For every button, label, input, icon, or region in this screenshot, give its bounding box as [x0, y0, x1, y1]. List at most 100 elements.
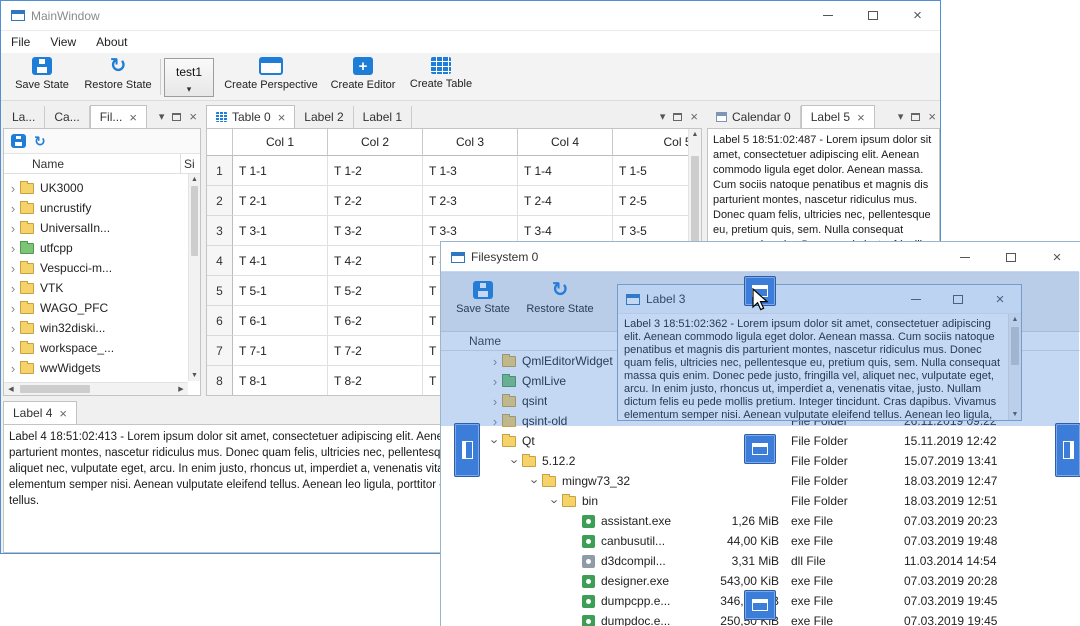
filesystem-titlebar[interactable]: Filesystem 0 × [441, 242, 1080, 273]
expand-icon[interactable]: › [508, 454, 523, 468]
scroll-thumb[interactable] [191, 186, 198, 256]
table-cell[interactable]: T 2-4 [518, 186, 613, 216]
table-cell[interactable]: T 1-3 [423, 156, 518, 186]
table-cell[interactable]: T 7-1 [233, 336, 328, 366]
column-header[interactable]: Col 1 [233, 129, 328, 156]
file-row[interactable]: › mingw73_32 File Folder 18.03.2019 12:47 [441, 471, 1080, 491]
column-separator[interactable] [180, 154, 181, 173]
expand-icon[interactable]: › [6, 222, 20, 235]
maximize-button[interactable] [988, 242, 1034, 272]
table-cell[interactable]: T 2-3 [423, 186, 518, 216]
expand-icon[interactable]: › [6, 242, 20, 255]
undock-icon[interactable] [673, 112, 683, 121]
close-button[interactable]: × [1034, 242, 1080, 272]
maximize-button[interactable] [850, 1, 895, 30]
main-titlebar[interactable]: MainWindow × [1, 1, 940, 31]
restore-icon[interactable]: ↻ [34, 134, 46, 148]
dock-indicator-right[interactable] [1055, 423, 1080, 477]
expand-icon[interactable]: › [548, 494, 563, 508]
column-header[interactable]: Col 3 [423, 129, 518, 156]
table-cell[interactable]: T 6-1 [233, 306, 328, 336]
close-button[interactable]: × [895, 1, 940, 30]
save-icon[interactable] [11, 134, 26, 148]
table-cell[interactable]: T 4-2 [328, 246, 423, 276]
row-header[interactable]: 8 [207, 366, 233, 395]
restore-state-button[interactable]: ↻ Restore State [79, 56, 157, 91]
horizontal-scrollbar[interactable]: ◀ ▶ [4, 382, 188, 395]
expand-icon[interactable]: › [6, 322, 20, 335]
folder-row[interactable]: › wwWidgets [6, 358, 186, 378]
close-tab-icon[interactable]: × [59, 407, 67, 420]
row-header[interactable]: 4 [207, 246, 233, 276]
file-row[interactable]: canbusutil... 44,00 KiB exe File 07.03.2019… [441, 531, 1080, 551]
scroll-down-icon[interactable]: ▼ [189, 372, 200, 379]
name-column-header[interactable]: Name [32, 157, 64, 171]
create-table-button[interactable]: Create Table [405, 57, 477, 90]
menu-file[interactable]: File [1, 31, 40, 53]
tab-table0[interactable]: Table 0 × [206, 105, 296, 128]
row-header[interactable]: 6 [207, 306, 233, 336]
tab-label2[interactable]: Label 2 [295, 106, 354, 128]
minimize-button[interactable] [805, 1, 850, 30]
column-header[interactable]: Col 4 [518, 129, 613, 156]
create-editor-button[interactable]: + Create Editor [325, 57, 401, 91]
folder-row[interactable]: › win32diski... [6, 318, 186, 338]
folder-row[interactable]: › utfcpp [6, 238, 186, 258]
table-cell[interactable]: T 2-2 [328, 186, 423, 216]
file-row[interactable]: assistant.exe 1,26 MiB exe File 07.03.2019 … [441, 511, 1080, 531]
table-cell[interactable]: T 1-5 [613, 156, 689, 186]
tab-label1[interactable]: Label 1 [354, 106, 413, 128]
folder-row[interactable]: › workspace_... [6, 338, 186, 358]
close-dock-icon[interactable]: × [690, 110, 698, 123]
save-state-button[interactable]: Save State [9, 57, 75, 91]
create-perspective-button[interactable]: Create Perspective [221, 57, 321, 91]
table-cell[interactable]: T 1-4 [518, 156, 613, 186]
table-cell[interactable]: T 1-1 [233, 156, 328, 186]
folder-row[interactable]: › uncrustify [6, 198, 186, 218]
dock-indicator-left[interactable] [454, 423, 480, 477]
folder-row[interactable]: › WAGO_PFC [6, 298, 186, 318]
tab-list-dropdown-icon[interactable]: ▾ [898, 110, 904, 123]
column-header[interactable]: Col 5 [613, 129, 689, 156]
row-header[interactable]: 2 [207, 186, 233, 216]
tab-calendar0[interactable]: Calendar 0 [707, 106, 801, 128]
menu-view[interactable]: View [40, 31, 86, 53]
undock-icon[interactable] [911, 112, 921, 121]
folder-row[interactable]: › UK3000 [6, 178, 186, 198]
folder-row[interactable]: › VTK [6, 278, 186, 298]
close-tab-icon[interactable]: × [857, 111, 865, 124]
expand-icon[interactable]: › [6, 362, 20, 375]
tab-list-dropdown-icon[interactable]: ▾ [159, 110, 165, 123]
close-dock-icon[interactable]: × [928, 110, 936, 123]
scroll-up-icon[interactable]: ▲ [689, 131, 701, 138]
table-cell[interactable]: T 8-2 [328, 366, 423, 395]
file-row[interactable]: designer.exe 543,00 KiB exe File 07.03.2019… [441, 571, 1080, 591]
file-row[interactable]: d3dcompil... 3,31 MiB dll File 11.03.2014 1… [441, 551, 1080, 571]
expand-icon[interactable]: › [6, 182, 20, 195]
tab-list-dropdown-icon[interactable]: ▾ [660, 110, 666, 123]
table-cell[interactable]: T 7-2 [328, 336, 423, 366]
tab-calendar[interactable]: Ca... [45, 106, 90, 128]
table-cell[interactable]: T 5-1 [233, 276, 328, 306]
expand-icon[interactable]: › [6, 202, 20, 215]
table-cell[interactable]: T 5-2 [328, 276, 423, 306]
scroll-right-icon[interactable]: ▶ [174, 383, 188, 395]
table-cell[interactable]: T 1-2 [328, 156, 423, 186]
perspective-combo[interactable]: test1 ▾ [164, 58, 214, 97]
folder-row[interactable]: › UniversalIn... [6, 218, 186, 238]
row-header[interactable]: 7 [207, 336, 233, 366]
file-row[interactable]: › bin File Folder 18.03.2019 12:51 [441, 491, 1080, 511]
menu-about[interactable]: About [86, 31, 137, 53]
folder-row[interactable]: › Vespucci-m... [6, 258, 186, 278]
vertical-scrollbar[interactable]: ▲ ▼ [188, 174, 200, 381]
column-header[interactable]: Col 2 [328, 129, 423, 156]
tab-labels[interactable]: La... [3, 106, 46, 128]
tab-label4[interactable]: Label 4 × [3, 401, 77, 424]
minimize-button[interactable] [942, 242, 988, 272]
undock-icon[interactable] [172, 112, 182, 121]
size-column-header[interactable]: Size [184, 157, 194, 171]
tab-label5[interactable]: Label 5 × [800, 105, 875, 128]
dock-indicator-center[interactable] [744, 434, 776, 464]
expand-icon[interactable]: › [6, 282, 20, 295]
expand-icon[interactable]: › [6, 262, 20, 275]
